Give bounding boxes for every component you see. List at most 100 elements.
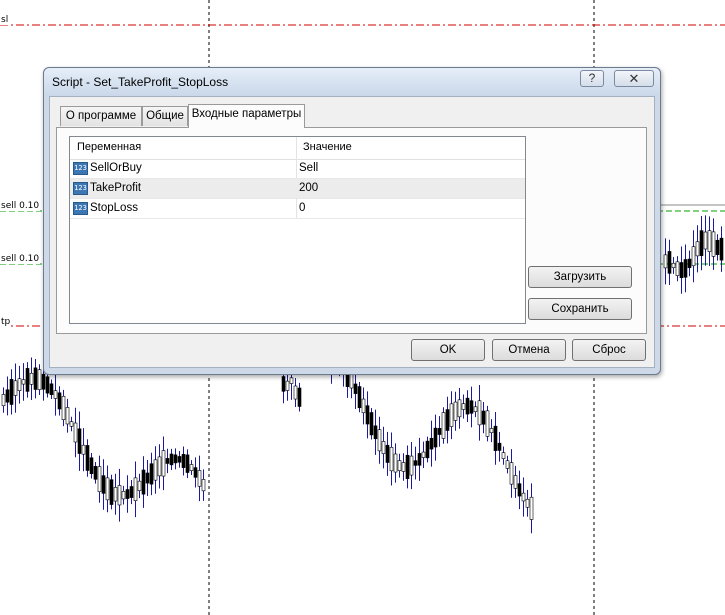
parameters-grid: Переменная Значение 123 SellOrBuy Sell 1… [69, 136, 526, 324]
candle-body [695, 241, 700, 257]
candle-body [117, 485, 122, 506]
candle-body [149, 463, 154, 485]
candle-body [401, 462, 406, 472]
param-row-takeprofit[interactable]: 123 TakeProfit 200 [70, 179, 525, 199]
candle-body [357, 386, 362, 409]
candle-body [465, 397, 470, 415]
candle-body [129, 486, 134, 498]
candle-body [663, 254, 668, 269]
param-name: TakeProfit [90, 182, 142, 194]
candle-body [425, 440, 430, 459]
candle-body [373, 425, 378, 440]
tab-common[interactable]: Общие [142, 106, 188, 126]
candle-body [397, 460, 402, 472]
candle-body [389, 447, 394, 472]
save-button[interactable]: Сохранить [528, 298, 632, 320]
dialog-client: О программе Общие Входные параметры Пере… [49, 96, 655, 368]
candle-body [173, 454, 178, 464]
candle-body [101, 475, 106, 494]
candle-body [457, 399, 462, 418]
candle-body [409, 455, 414, 476]
candle-body [169, 453, 174, 466]
candle-body [525, 498, 530, 508]
candle-body [385, 444, 390, 463]
tab-input-parameters[interactable]: Входные параметры [188, 104, 305, 128]
candle-body [715, 239, 720, 255]
candle-body [349, 373, 354, 389]
candle-body [481, 410, 486, 425]
candle-body [421, 451, 426, 458]
candle-body [719, 237, 724, 261]
candle-body [469, 400, 474, 414]
candle-body [513, 475, 518, 489]
close-icon[interactable]: ✕ [614, 70, 654, 87]
candle-body [201, 479, 206, 492]
candle-body [25, 368, 30, 392]
candle-body [445, 409, 450, 431]
tp-level-label: tp [0, 317, 12, 327]
candle-body [97, 466, 102, 493]
integer-type-icon: 123 [73, 162, 88, 175]
candle-body [157, 456, 162, 477]
help-icon[interactable]: ? [580, 70, 604, 87]
candle-body [105, 477, 110, 501]
sell-order-label-1: sell 0.10 [0, 201, 41, 211]
grid-header: Переменная Значение [70, 137, 525, 160]
sl-level-label: sl [0, 15, 10, 25]
param-row-stoploss[interactable]: 123 StopLoss 0 [70, 199, 525, 219]
candle-body [679, 262, 684, 279]
param-value[interactable]: Sell [299, 162, 318, 174]
candle-body [1, 394, 6, 407]
candle-body [413, 460, 418, 466]
candle-body [89, 457, 94, 475]
candle-body [529, 496, 534, 520]
candle-body [85, 445, 90, 471]
param-name: StopLoss [90, 202, 138, 214]
candle-body [21, 379, 26, 385]
candle-body [17, 378, 22, 391]
cancel-button[interactable]: Отмена [492, 339, 566, 361]
candle-body [711, 231, 716, 257]
param-row-sellorbuy[interactable]: 123 SellOrBuy Sell [70, 159, 525, 179]
ok-button[interactable]: OK [411, 339, 485, 361]
load-button[interactable]: Загрузить [528, 266, 632, 288]
candle-body [667, 251, 672, 274]
integer-type-icon: 123 [73, 202, 88, 215]
candle-body [9, 379, 14, 405]
script-dialog: Script - Set_TakeProfit_StopLoss ? ✕ О п… [43, 67, 661, 375]
candle-body [671, 262, 676, 269]
param-value[interactable]: 200 [299, 182, 318, 194]
candle-body [137, 480, 142, 491]
candle-body [297, 387, 302, 407]
candle-body [485, 410, 490, 437]
candle-body [185, 454, 190, 473]
candle-body [153, 459, 158, 481]
candle-body [687, 258, 692, 269]
dialog-titlebar[interactable]: Script - Set_TakeProfit_StopLoss ? ✕ [44, 68, 660, 96]
integer-type-icon: 123 [73, 182, 88, 195]
candle-body [517, 483, 522, 497]
candle-body [449, 403, 454, 427]
candle-body [365, 405, 370, 425]
candle-body [683, 259, 688, 278]
candle-body [703, 231, 708, 250]
candle-body [61, 395, 66, 420]
candle-body [473, 406, 478, 413]
candle-body [69, 421, 74, 427]
candle-body [113, 487, 118, 502]
candle-body [393, 453, 398, 473]
candle-body [441, 412, 446, 439]
column-header-value[interactable]: Значение [303, 141, 352, 153]
candle-body [49, 383, 54, 396]
candle-body [177, 456, 182, 463]
candle-body [437, 428, 442, 435]
column-header-variable[interactable]: Переменная [77, 141, 141, 153]
candle-body [109, 479, 114, 505]
candle-body [189, 464, 194, 471]
candle-body [181, 454, 186, 468]
param-value[interactable]: 0 [299, 202, 305, 214]
candle-body [377, 429, 382, 452]
reset-button[interactable]: Сброс [572, 339, 646, 361]
tab-about[interactable]: О программе [60, 106, 142, 126]
candle-body [165, 458, 170, 464]
